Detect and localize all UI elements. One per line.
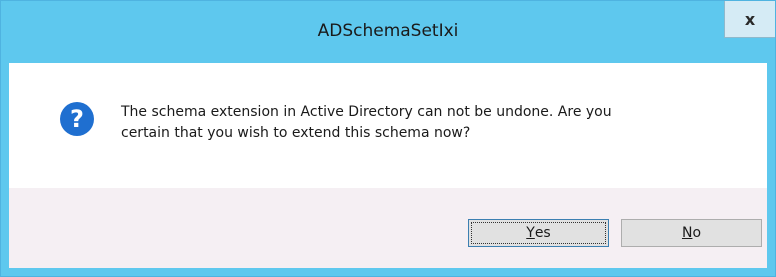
title-bar[interactable]: ADSchemaSetIxi x [1,1,775,63]
question-icon: ? [60,102,94,136]
message-line-1: The schema extension in Active Directory… [121,104,612,120]
close-button[interactable]: x [724,1,775,38]
close-icon: x [744,9,756,29]
no-button[interactable]: No [621,219,762,247]
button-bar: Yes No [9,188,767,268]
message-line-2: certain that you wish to extend this sch… [121,125,471,141]
yes-mnemonic: Y [526,225,535,241]
yes-label-rest: es [534,225,551,241]
yes-button[interactable]: Yes [468,219,609,247]
no-mnemonic: N [681,225,693,241]
dialog-message: The schema extension in Active Directory… [121,102,741,144]
window-title: ADSchemaSetIxi [317,21,459,41]
dialog-window: ADSchemaSetIxi x ? The schema extension … [0,0,776,277]
no-label-rest: o [692,225,702,241]
dialog-content: ? The schema extension in Active Directo… [9,63,767,188]
